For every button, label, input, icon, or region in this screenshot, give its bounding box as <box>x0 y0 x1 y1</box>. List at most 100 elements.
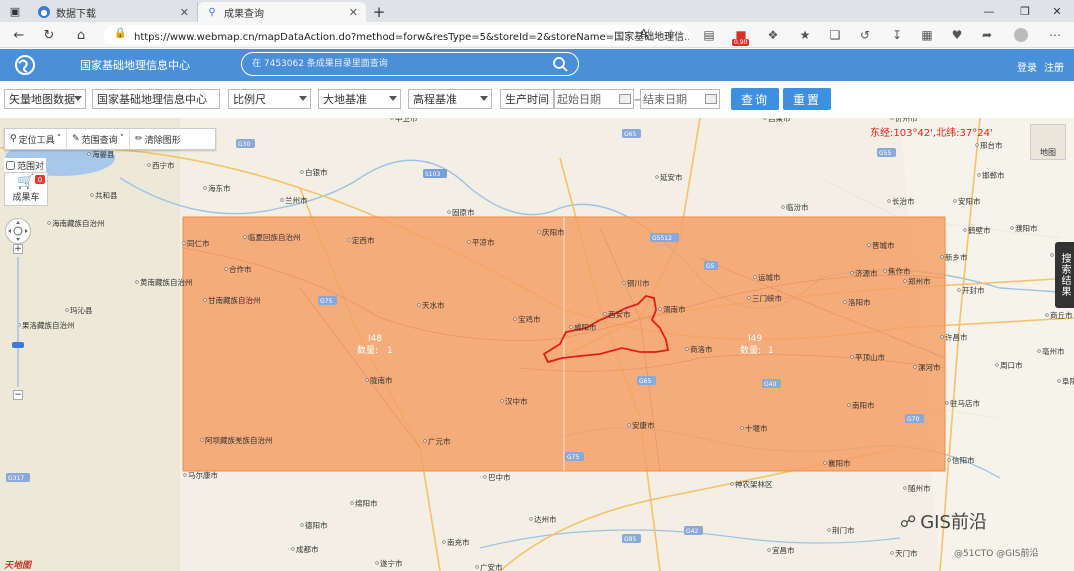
start-date-field[interactable]: 起始日期 <box>554 89 634 109</box>
tab-results-query[interactable]: ⚲ 成果查询 ✕ <box>198 2 366 22</box>
locate-tool-button[interactable]: ⚲ 定位工具 ˅ <box>5 129 68 149</box>
city-dot <box>1010 226 1014 230</box>
city-label: 西宁市 <box>152 160 175 170</box>
city-label: 德阳市 <box>305 520 328 530</box>
city-label: 新乡市 <box>945 252 968 262</box>
zoom-slider-knob[interactable] <box>12 342 24 348</box>
register-link[interactable]: 注册 <box>1044 59 1064 74</box>
search-icon[interactable] <box>552 56 568 72</box>
history-icon[interactable]: ↺ <box>856 26 874 44</box>
extension-icon[interactable]: ▤ <box>700 26 718 44</box>
chevron-down-icon: ˅ <box>56 134 62 144</box>
range-label: 范围查询 <box>81 135 118 146</box>
city-dot <box>365 378 369 382</box>
pan-arrows-icon <box>8 221 28 241</box>
screenshot-icon[interactable]: ▦ <box>918 26 936 44</box>
map-sheet-i48[interactable] <box>182 216 565 472</box>
svg-text:G5: G5 <box>706 263 715 270</box>
minimize-button[interactable]: — <box>972 0 1006 22</box>
svg-text:G85: G85 <box>624 536 636 543</box>
tab-data-download[interactable]: ● 数据下载 ✕ <box>30 2 198 22</box>
tianditu-logo: 天地图 <box>4 561 32 571</box>
city-label: 西安市 <box>608 309 631 319</box>
extension-badge: 0.90 <box>732 39 750 46</box>
share-icon[interactable]: ➦ <box>978 26 996 44</box>
calendar-icon[interactable] <box>619 94 631 104</box>
city-label: 济源市 <box>855 268 878 278</box>
datum-select[interactable]: 大地基准 <box>318 89 401 109</box>
svg-text:G40: G40 <box>764 381 776 388</box>
cart-count-badge: 0 <box>35 175 45 184</box>
tab-actions-icon[interactable]: ▣ <box>0 0 30 22</box>
chevron-down-icon <box>389 96 397 101</box>
catalog-search-input[interactable] <box>252 56 542 72</box>
city-dot <box>300 170 304 174</box>
basemap-switch-thumb[interactable]: 地图 <box>1030 124 1066 160</box>
city-dot <box>243 235 247 239</box>
city-label: 长治市 <box>892 196 915 206</box>
range-query-button[interactable]: ✎ 范围查询 ˅ <box>67 129 131 149</box>
cart-button[interactable]: 🛒 0 成果车 <box>4 172 48 206</box>
zoom-in-button[interactable]: + <box>13 244 23 254</box>
city-dot <box>447 210 451 214</box>
download-icon[interactable]: ↧ <box>888 26 906 44</box>
collections-icon[interactable]: ❏ <box>826 26 844 44</box>
end-date-field[interactable]: 结束日期 <box>640 89 720 109</box>
city-dot <box>423 439 427 443</box>
performance-icon[interactable]: ♥ <box>948 26 966 44</box>
refresh-icon[interactable]: ↻ <box>40 26 58 44</box>
watermark: ☍ GIS前沿 <box>900 508 987 534</box>
org-select[interactable]: 国家基础地理信息中心 <box>92 89 220 109</box>
url-text: https://www.webmap.cn/mapDataAction.do?m… <box>134 31 690 43</box>
road-shield: G65 <box>637 376 656 385</box>
city-label: 达州市 <box>534 514 557 524</box>
scale-select[interactable]: 比例尺 <box>228 89 311 109</box>
maximize-button[interactable]: ❐ <box>1008 0 1042 22</box>
more-menu-icon[interactable]: ⋯ <box>1046 26 1064 44</box>
zoom-out-button[interactable]: − <box>13 390 23 400</box>
city-label: 海晏县 <box>92 149 115 159</box>
url-field[interactable]: 🔒 https://www.webmap.cn/mapDataAction.do… <box>104 25 690 45</box>
close-tab-icon[interactable]: ✕ <box>349 6 358 19</box>
favorites-icon[interactable]: ★ <box>796 26 814 44</box>
city-label: 成都市 <box>296 544 319 554</box>
profile-avatar[interactable] <box>1014 28 1028 42</box>
city-dot <box>467 240 471 244</box>
sheet-i49-id: I49 <box>748 334 762 344</box>
city-dot <box>730 482 734 486</box>
city-label: 南充市 <box>447 537 470 547</box>
home-icon[interactable]: ⌂ <box>72 26 90 44</box>
query-button[interactable]: 查询 <box>731 88 779 110</box>
reset-button[interactable]: 重置 <box>783 88 831 110</box>
city-label: 黄南藏族自治州 <box>140 277 193 287</box>
search-results-toggle[interactable]: 搜索结果 <box>1055 242 1074 308</box>
close-window-button[interactable]: ✕ <box>1040 0 1074 22</box>
zoom-slider-track[interactable] <box>17 257 19 387</box>
city-label: 马尔康市 <box>188 470 218 480</box>
puzzle-icon[interactable]: ❖ <box>764 26 782 44</box>
city-dot <box>995 363 999 367</box>
city-dot <box>87 152 91 156</box>
calendar-icon[interactable] <box>705 94 717 104</box>
map-view[interactable]: I48 数量: 1 I49 数量: 1 西宁市 海东市 兰州市 白银市 定西市 临夏回族自… <box>0 118 1074 571</box>
read-aloud-icon[interactable]: A⁽ <box>640 27 650 40</box>
login-link[interactable]: 登录 <box>1017 59 1037 74</box>
city-dot <box>300 523 304 527</box>
close-tab-icon[interactable]: ✕ <box>180 6 189 19</box>
favorite-star-icon[interactable]: ☆ <box>666 27 676 40</box>
height-datum-select[interactable]: 高程基准 <box>408 89 492 109</box>
new-tab-button[interactable]: + <box>366 2 392 22</box>
data-type-select[interactable]: 矢量地图数据 <box>4 89 86 109</box>
clear-shapes-button[interactable]: ✏ 清除图形 <box>130 129 186 149</box>
back-icon[interactable]: ← <box>10 26 28 44</box>
sheet-i48-id: I48 <box>368 334 382 344</box>
map-canvas[interactable]: I48 数量: 1 I49 数量: 1 西宁市海东市兰州市 白银市定西市 临夏回族自… <box>0 118 1074 571</box>
start-date-placeholder: 起始日期 <box>557 93 601 106</box>
globe-logo-icon[interactable] <box>14 54 36 76</box>
range-checkbox-label: 范围对 <box>17 162 45 172</box>
road-shield: G30 <box>236 139 255 148</box>
city-label: 同仁市 <box>187 238 210 248</box>
range-checkbox[interactable] <box>6 161 15 170</box>
pan-control[interactable] <box>5 218 31 244</box>
city-dot <box>913 365 917 369</box>
